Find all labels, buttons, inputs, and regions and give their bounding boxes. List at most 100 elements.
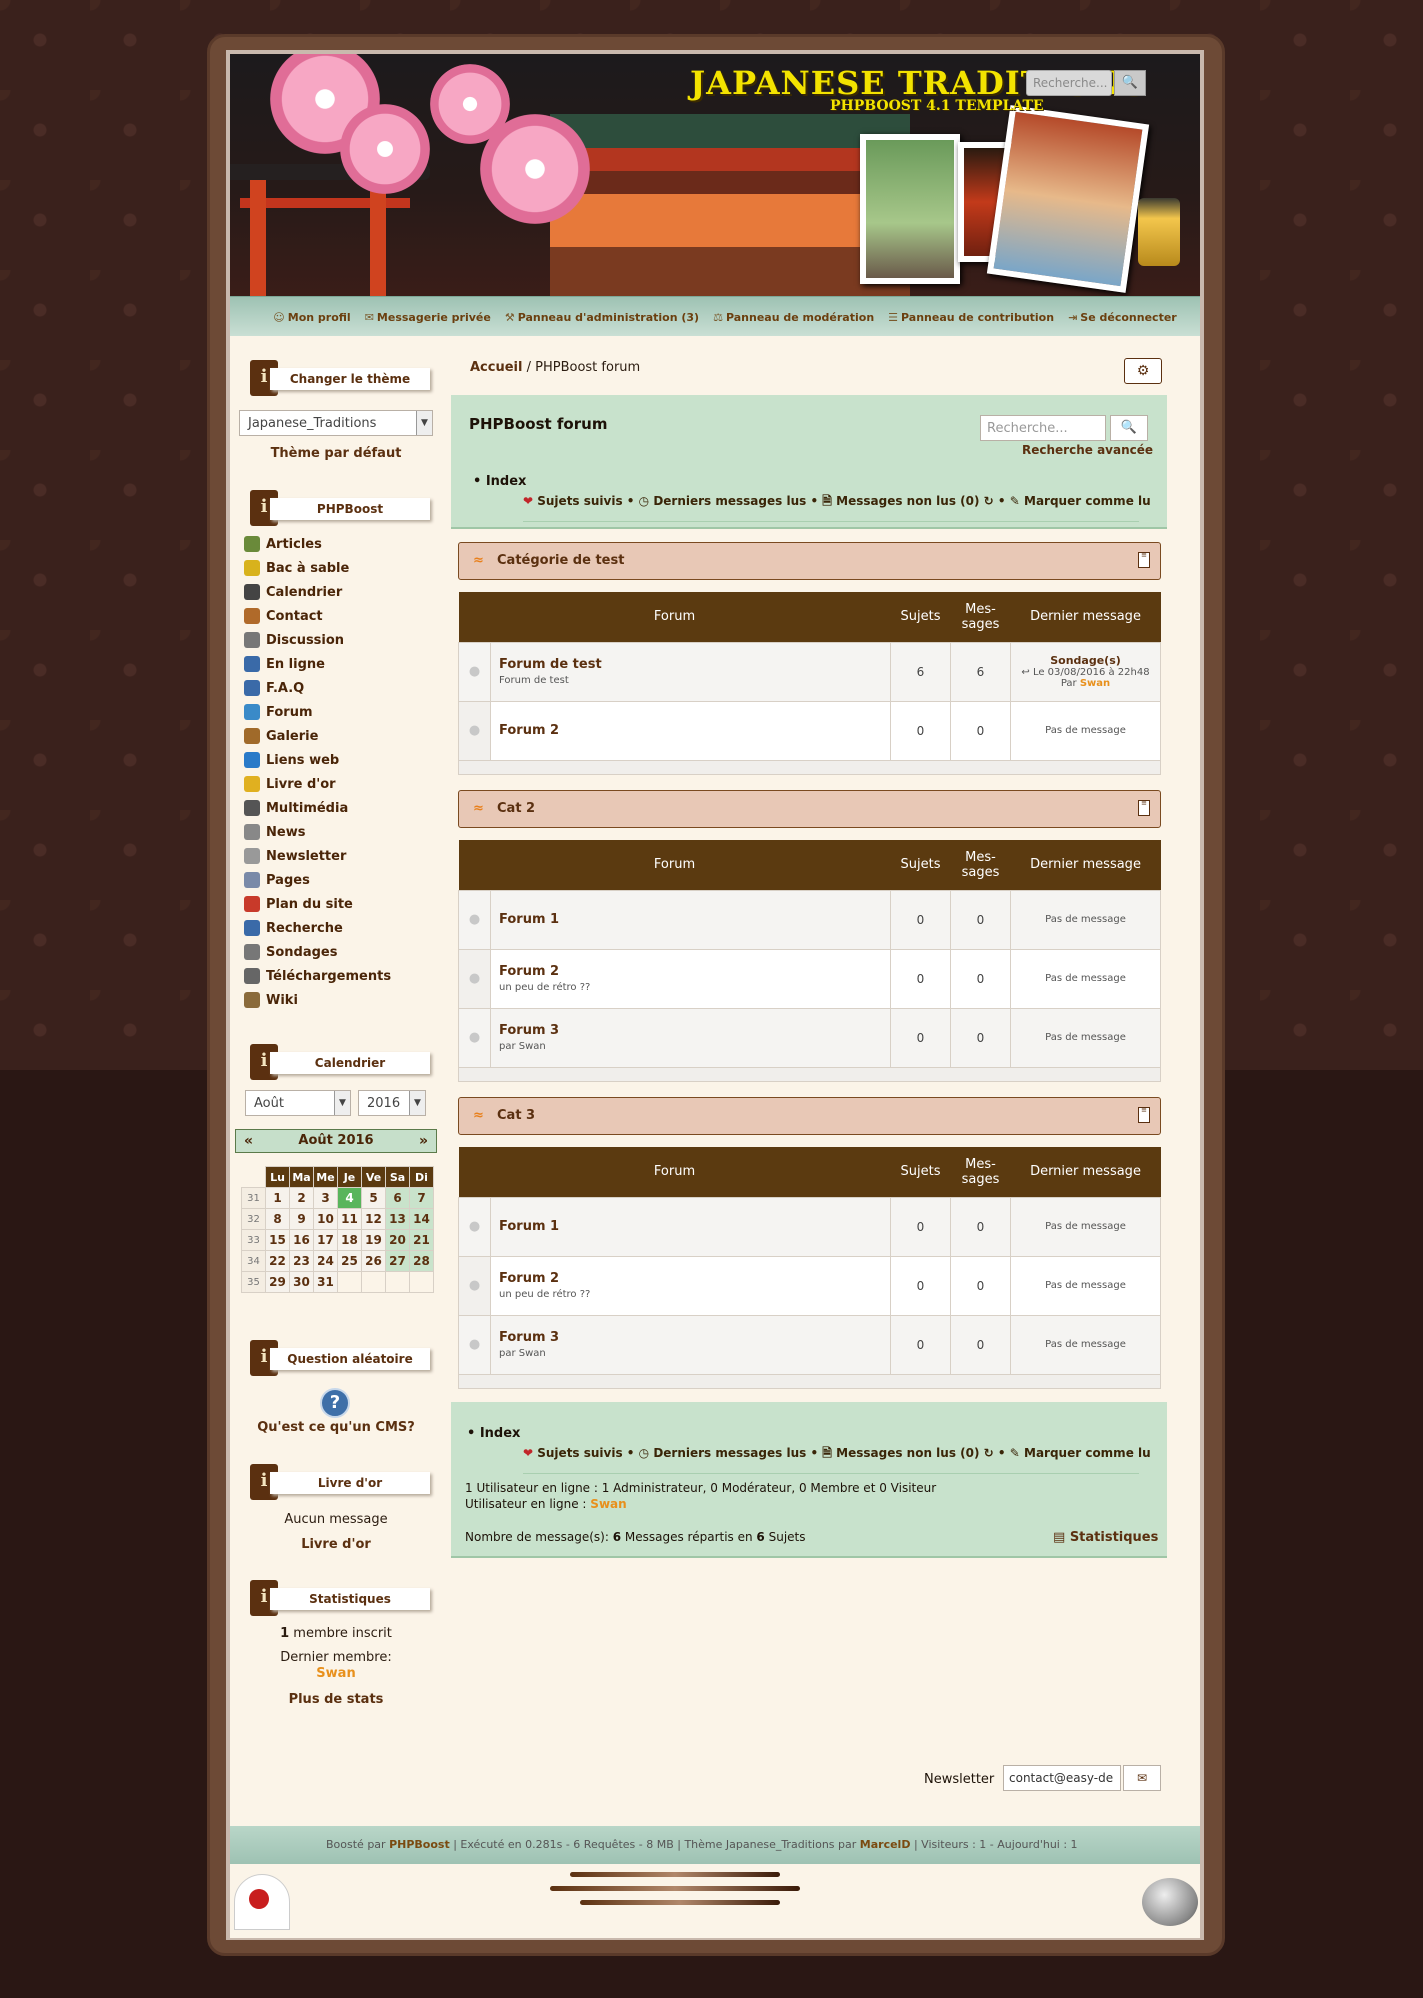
month-select[interactable]: Août ▼: [245, 1090, 351, 1116]
year-select[interactable]: 2016 ▼: [358, 1090, 426, 1116]
last-author-link[interactable]: Swan: [1080, 678, 1110, 689]
calendar-day[interactable]: 6: [385, 1187, 410, 1209]
calendar-day[interactable]: 12: [361, 1208, 386, 1230]
breadcrumb-home-link[interactable]: Accueil: [470, 360, 522, 375]
document-icon[interactable]: ≡: [1138, 800, 1150, 816]
category-name-link[interactable]: Cat 3: [497, 1108, 535, 1123]
user-nav-item[interactable]: ✉ Messagerie privée: [365, 311, 491, 324]
forum-name-link[interactable]: Forum 2: [499, 1271, 890, 1286]
refresh-icon[interactable]: ↻: [984, 1446, 994, 1460]
forum-index-link[interactable]: • Index: [467, 1426, 520, 1441]
default-theme-link[interactable]: Thème par défaut: [239, 446, 433, 461]
category-name-link[interactable]: Cat 2: [497, 801, 535, 816]
header-search-button[interactable]: 🔍: [1114, 70, 1146, 96]
calendar-day[interactable]: 28: [409, 1250, 434, 1272]
last-member-link[interactable]: Swan: [239, 1666, 433, 1681]
sidebar-item[interactable]: Bac à sable: [244, 556, 391, 580]
rss-icon[interactable]: ≈: [473, 801, 484, 816]
sidebar-item[interactable]: F.A.Q: [244, 676, 391, 700]
calendar-next-button[interactable]: »: [419, 1130, 428, 1152]
user-nav-item[interactable]: ⚖ Panneau de modération: [713, 311, 874, 324]
calendar-day[interactable]: 1: [265, 1187, 290, 1209]
forum-name-link[interactable]: Forum 3: [499, 1023, 890, 1038]
document-icon[interactable]: ≡: [1138, 552, 1150, 568]
forum-name-link[interactable]: Forum 2: [499, 723, 890, 738]
calendar-day[interactable]: 19: [361, 1229, 386, 1251]
last-topic-link[interactable]: Sondage(s): [1011, 654, 1160, 667]
calendar-day[interactable]: 26: [361, 1250, 386, 1272]
sidebar-item[interactable]: Plan du site: [244, 892, 391, 916]
sidebar-item[interactable]: Discussion: [244, 628, 391, 652]
online-user-link[interactable]: Swan: [590, 1497, 626, 1511]
theme-select[interactable]: Japanese_Traditions ▼: [239, 410, 433, 436]
sidebar-item[interactable]: Multimédia: [244, 796, 391, 820]
calendar-prev-button[interactable]: «: [244, 1130, 253, 1152]
followed-topics-link[interactable]: Sujets suivis: [537, 494, 622, 508]
mark-read-link[interactable]: Marquer comme lu: [1024, 494, 1151, 508]
rss-icon[interactable]: ≈: [473, 1108, 484, 1123]
calendar-day[interactable]: 11: [337, 1208, 362, 1230]
calendar-day[interactable]: 23: [289, 1250, 314, 1272]
forum-name-link[interactable]: Forum de test: [499, 657, 890, 672]
calendar-day[interactable]: 3: [313, 1187, 338, 1209]
calendar-day[interactable]: 7: [409, 1187, 434, 1209]
calendar-day[interactable]: 14: [409, 1208, 434, 1230]
sidebar-item[interactable]: Liens web: [244, 748, 391, 772]
sidebar-item[interactable]: Téléchargements: [244, 964, 391, 988]
calendar-day[interactable]: 25: [337, 1250, 362, 1272]
sidebar-item[interactable]: Galerie: [244, 724, 391, 748]
calendar-day[interactable]: 20: [385, 1229, 410, 1251]
calendar-day[interactable]: 29: [265, 1271, 290, 1293]
last-read-link[interactable]: Derniers messages lus: [653, 494, 806, 508]
calendar-day[interactable]: 13: [385, 1208, 410, 1230]
sidebar-item[interactable]: Recherche: [244, 916, 391, 940]
forum-search-input[interactable]: Recherche...: [980, 415, 1106, 441]
sidebar-item[interactable]: Sondages: [244, 940, 391, 964]
forum-index-link[interactable]: • Index: [473, 474, 526, 489]
refresh-icon[interactable]: ↻: [984, 494, 994, 508]
calendar-day[interactable]: 30: [289, 1271, 314, 1293]
settings-button[interactable]: ⚙: [1124, 358, 1162, 384]
calendar-day[interactable]: 27: [385, 1250, 410, 1272]
forum-search-button[interactable]: 🔍: [1110, 415, 1148, 441]
calendar-day[interactable]: 5: [361, 1187, 386, 1209]
calendar-day[interactable]: 10: [313, 1208, 338, 1230]
forum-name-link[interactable]: Forum 1: [499, 912, 890, 927]
statistics-link[interactable]: ▤ Statistiques: [1053, 1530, 1158, 1545]
random-question-link[interactable]: Qu'est ce qu'un CMS?: [239, 1420, 433, 1435]
last-read-link[interactable]: Derniers messages lus: [653, 1446, 806, 1460]
calendar-day[interactable]: 31: [313, 1271, 338, 1293]
theme-author-link[interactable]: MarcelD: [860, 1838, 911, 1851]
user-nav-item[interactable]: ⚒ Panneau d'administration (3): [505, 311, 699, 324]
calendar-day[interactable]: 9: [289, 1208, 314, 1230]
sidebar-item[interactable]: Livre d'or: [244, 772, 391, 796]
rss-icon[interactable]: ≈: [473, 553, 484, 568]
sidebar-item[interactable]: Contact: [244, 604, 391, 628]
advanced-search-link[interactable]: Recherche avancée: [1022, 443, 1153, 457]
mark-read-link[interactable]: Marquer comme lu: [1024, 1446, 1151, 1460]
phpboost-link[interactable]: PHPBoost: [389, 1838, 450, 1851]
sidebar-item[interactable]: Pages: [244, 868, 391, 892]
category-name-link[interactable]: Catégorie de test: [497, 553, 624, 568]
forum-name-link[interactable]: Forum 1: [499, 1219, 890, 1234]
sidebar-item[interactable]: En ligne: [244, 652, 391, 676]
newsletter-subscribe-button[interactable]: ✉: [1123, 1765, 1161, 1791]
unread-messages-link[interactable]: Messages non lus (0): [836, 1446, 979, 1460]
forum-name-link[interactable]: Forum 3: [499, 1330, 890, 1345]
sidebar-item[interactable]: Articles: [244, 532, 391, 556]
guestbook-link[interactable]: Livre d'or: [239, 1537, 433, 1552]
forum-name-link[interactable]: Forum 2: [499, 964, 890, 979]
calendar-day[interactable]: 18: [337, 1229, 362, 1251]
header-search-input[interactable]: Recherche...: [1026, 70, 1112, 96]
calendar-day[interactable]: 8: [265, 1208, 290, 1230]
more-stats-link[interactable]: Plus de stats: [239, 1692, 433, 1707]
calendar-day[interactable]: 16: [289, 1229, 314, 1251]
sidebar-item[interactable]: Calendrier: [244, 580, 391, 604]
calendar-day[interactable]: 4: [337, 1187, 362, 1209]
user-nav-item[interactable]: ☰ Panneau de contribution: [888, 311, 1054, 324]
calendar-day[interactable]: 24: [313, 1250, 338, 1272]
user-nav-item[interactable]: ☺ Mon profil: [273, 311, 350, 324]
sidebar-item[interactable]: Forum: [244, 700, 391, 724]
calendar-day[interactable]: 17: [313, 1229, 338, 1251]
followed-topics-link[interactable]: Sujets suivis: [537, 1446, 622, 1460]
